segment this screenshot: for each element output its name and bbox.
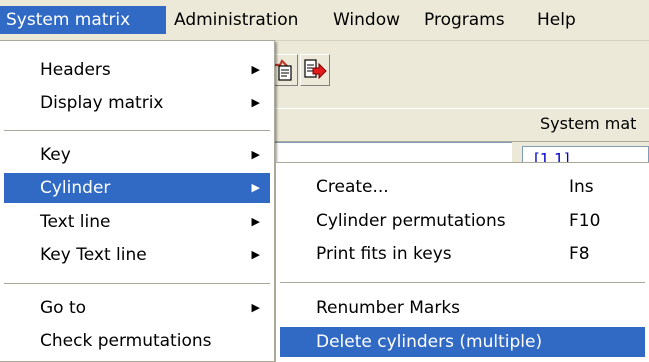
menu-item-label: Create... (316, 177, 389, 197)
menu-item-label: Go to (40, 298, 87, 318)
submenu-item-create[interactable]: Create... Ins (280, 172, 645, 202)
menu-item-shortcut: Ins (569, 177, 594, 197)
submenu-arrow-icon: ▶ (251, 215, 260, 228)
menu-separator (280, 282, 645, 283)
submenu-arrow-icon: ▶ (251, 148, 260, 161)
menu-item-label: Headers (40, 60, 111, 80)
menu-item-headers[interactable]: Headers ▶ (4, 55, 270, 85)
menu-item-shortcut: F10 (569, 211, 601, 231)
menu-item-label: Delete cylinders (multiple) (316, 332, 543, 352)
menu-item-key[interactable]: Key ▶ (4, 140, 270, 170)
matrix-header-label: System mat (540, 114, 637, 133)
menu-item-text-line[interactable]: Text line ▶ (4, 207, 270, 237)
submenu-item-print-fits-in-keys[interactable]: Print fits in keys F8 (280, 239, 645, 269)
menu-separator (4, 283, 270, 284)
menu-item-label: Print fits in keys (316, 244, 452, 264)
menu-item-key-text-line[interactable]: Key Text line ▶ (4, 240, 270, 270)
menu-item-label: Check permutations (40, 331, 212, 351)
menu-item-check-permutations[interactable]: Check permutations (4, 326, 270, 356)
menu-item-go-to[interactable]: Go to ▶ (4, 293, 270, 323)
menu-item-label: Display matrix (40, 93, 164, 113)
menu-item-display-matrix[interactable]: Display matrix ▶ (4, 88, 270, 118)
submenu-arrow-icon: ▶ (251, 63, 260, 76)
menu-bar: System matrix Administration Window Prog… (0, 0, 649, 41)
submenu-item-renumber-marks[interactable]: Renumber Marks (280, 293, 645, 323)
submenu-item-cylinder-permutations[interactable]: Cylinder permutations F10 (280, 206, 645, 236)
menu-item-shortcut: F8 (569, 244, 590, 264)
menu-item-label: Cylinder (40, 178, 111, 198)
menu-window[interactable]: Window (327, 6, 406, 34)
menu-item-label: Cylinder permutations (316, 211, 506, 231)
submenu-arrow-icon: ▶ (251, 96, 260, 109)
system-matrix-menu: Headers ▶ Display matrix ▶ Key ▶ Cylinde… (0, 40, 275, 362)
submenu-arrow-icon: ▶ (251, 248, 260, 261)
menu-item-cylinder[interactable]: Cylinder ▶ (4, 173, 270, 203)
cylinder-submenu: Create... Ins Cylinder permutations F10 … (275, 162, 649, 362)
menu-programs[interactable]: Programs (418, 6, 511, 34)
submenu-item-delete-cylinders[interactable]: Delete cylinders (multiple) (280, 327, 645, 357)
menu-separator (4, 130, 270, 131)
menu-administration[interactable]: Administration (168, 6, 304, 34)
menu-item-label: Text line (40, 212, 111, 232)
menu-help[interactable]: Help (531, 6, 582, 34)
menu-item-label: Key (40, 145, 71, 165)
menu-system-matrix[interactable]: System matrix (0, 6, 166, 34)
menu-item-label: Renumber Marks (316, 298, 461, 318)
submenu-arrow-icon: ▶ (251, 181, 260, 194)
menu-item-label: Key Text line (40, 245, 147, 265)
document-export-icon (304, 59, 327, 80)
submenu-arrow-icon: ▶ (251, 301, 260, 314)
toolbar-export-button[interactable] (300, 54, 330, 86)
